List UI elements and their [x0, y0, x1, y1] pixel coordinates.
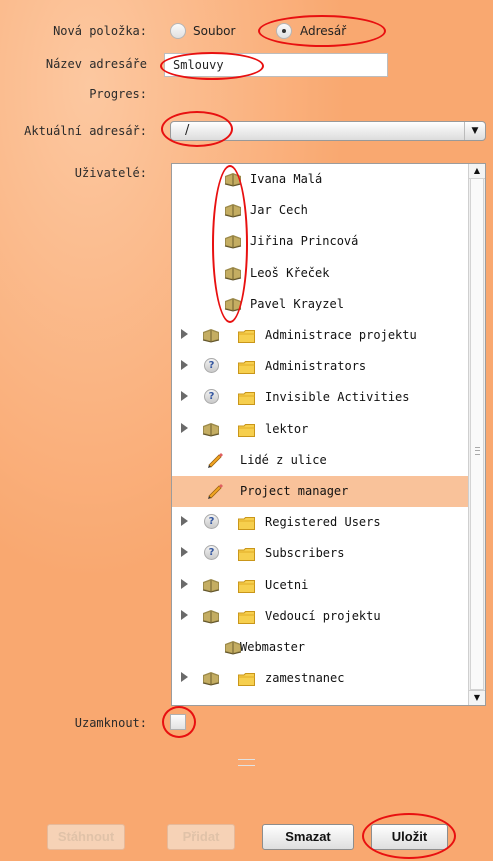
tree-row[interactable]: Ucetni — [172, 570, 469, 601]
tree-row-label: Jiřina Princová — [250, 234, 359, 249]
tree-row[interactable]: Webmaster — [172, 632, 469, 663]
lock-label: Uzamknout: — [74, 716, 147, 730]
expand-arrow-icon[interactable] — [181, 578, 188, 589]
dir-name-label: Název adresáře — [45, 57, 147, 71]
book-icon — [202, 422, 220, 440]
radio-file-label[interactable]: Soubor — [193, 24, 235, 38]
book-icon — [224, 266, 242, 284]
tree-row[interactable]: zamestnanec — [172, 663, 469, 694]
resize-handle[interactable] — [238, 759, 255, 766]
tree-row-label: Vedoucí projektu — [265, 608, 381, 623]
expand-arrow-icon[interactable] — [181, 360, 188, 371]
tree-row-label: Leoš Křeček — [250, 265, 330, 280]
tree-row-label: Registered Users — [265, 515, 381, 530]
tree-row[interactable]: lektor — [172, 414, 469, 445]
expand-arrow-icon[interactable] — [181, 672, 188, 683]
book-icon — [202, 609, 220, 627]
book-icon — [202, 671, 220, 689]
tree-row[interactable]: Pavel Krayzel — [172, 289, 469, 320]
tree-scrollbar[interactable]: ▲ ▼ — [468, 164, 485, 705]
delete-button[interactable]: Smazat — [262, 824, 354, 850]
expand-arrow-icon[interactable] — [181, 547, 188, 558]
scroll-thumb[interactable] — [470, 178, 484, 690]
question-icon: ? — [204, 358, 219, 374]
progress-label: Progres: — [89, 87, 147, 101]
folder-icon — [238, 517, 255, 533]
current-dir-select[interactable]: / ▼ — [170, 121, 486, 141]
question-icon: ? — [204, 389, 219, 405]
download-button[interactable]: Stáhnout — [47, 824, 125, 850]
tree-row-label: zamestnanec — [265, 671, 345, 686]
save-button[interactable]: Uložit — [371, 824, 448, 850]
book-icon — [202, 578, 220, 596]
add-button[interactable]: Přidat — [167, 824, 235, 850]
book-icon — [224, 234, 242, 252]
tree-row[interactable]: Vedoucí projektu — [172, 601, 469, 632]
tree-row[interactable]: Lidé z ulice — [172, 445, 469, 476]
tree-row[interactable]: Jar Cech — [172, 195, 469, 226]
users-tree[interactable]: Ivana Malá Jar Cech Jiřina Princová Leoš Kř… — [171, 163, 486, 706]
expand-arrow-icon[interactable] — [181, 391, 188, 402]
book-icon — [224, 203, 242, 221]
pencil-icon — [206, 481, 224, 502]
tree-row[interactable]: Project manager — [172, 476, 469, 507]
folder-icon — [238, 423, 255, 440]
tree-row-label: Project manager — [240, 484, 349, 498]
book-icon — [224, 172, 242, 190]
folder-icon — [238, 673, 255, 689]
expand-arrow-icon[interactable] — [181, 609, 188, 620]
folder-icon — [238, 579, 255, 596]
tree-row[interactable]: Jiřina Princová — [172, 226, 469, 257]
radio-dot-icon — [282, 29, 286, 33]
radio-file[interactable] — [170, 23, 186, 39]
new-item-label: Nová položka: — [53, 24, 147, 38]
tree-row[interactable]: ? Subscribers — [172, 538, 469, 569]
tree-row-label: Lidé z ulice — [240, 452, 327, 467]
radio-directory-label[interactable]: Adresář — [300, 24, 346, 38]
folder-icon — [238, 610, 255, 627]
folder-icon — [238, 548, 255, 564]
tree-row[interactable]: ? Registered Users — [172, 507, 469, 538]
tree-row[interactable]: Ivana Malá — [172, 164, 469, 195]
grip-icon — [475, 447, 480, 455]
scroll-down-icon[interactable]: ▼ — [469, 690, 485, 705]
tree-row-label: Invisible Activities — [265, 390, 410, 405]
tree-row-label: Administrace projektu — [265, 328, 417, 342]
book-icon — [202, 328, 220, 346]
pencil-icon — [206, 450, 224, 471]
tree-row-label: Jar Cech — [250, 203, 308, 218]
tree-row[interactable]: Administrace projektu — [172, 320, 469, 351]
folder-icon — [238, 392, 255, 408]
tree-row-label: Administrators — [265, 359, 367, 374]
lock-checkbox[interactable] — [170, 714, 186, 730]
dir-name-input[interactable]: Smlouvy — [164, 53, 388, 77]
tree-row-label: Pavel Krayzel — [250, 296, 344, 311]
question-icon: ? — [204, 514, 219, 530]
question-icon: ? — [204, 545, 219, 561]
tree-row-label: Ucetni — [265, 577, 309, 592]
tree-row-label: Subscribers — [265, 546, 345, 561]
current-dir-value: / — [185, 123, 190, 138]
scroll-up-icon[interactable]: ▲ — [469, 164, 485, 179]
tree-row[interactable]: ? Administrators — [172, 351, 469, 382]
current-dir-label: Aktuální adresář: — [24, 124, 147, 138]
radio-directory[interactable] — [276, 23, 292, 39]
chevron-down-icon[interactable]: ▼ — [464, 122, 485, 140]
folder-icon — [238, 330, 255, 346]
expand-arrow-icon[interactable] — [181, 422, 188, 433]
book-icon — [224, 297, 242, 315]
folder-icon — [238, 361, 255, 377]
users-label: Uživatelé: — [74, 166, 147, 180]
tree-row[interactable]: ? Invisible Activities — [172, 382, 469, 413]
expand-arrow-icon[interactable] — [181, 516, 188, 527]
tree-row-label: Ivana Malá — [250, 172, 323, 186]
tree-row[interactable]: Leoš Křeček — [172, 258, 469, 289]
tree-row-label: lektor — [265, 421, 309, 436]
expand-arrow-icon[interactable] — [181, 329, 188, 339]
tree-row-label: Webmaster — [240, 640, 306, 654]
